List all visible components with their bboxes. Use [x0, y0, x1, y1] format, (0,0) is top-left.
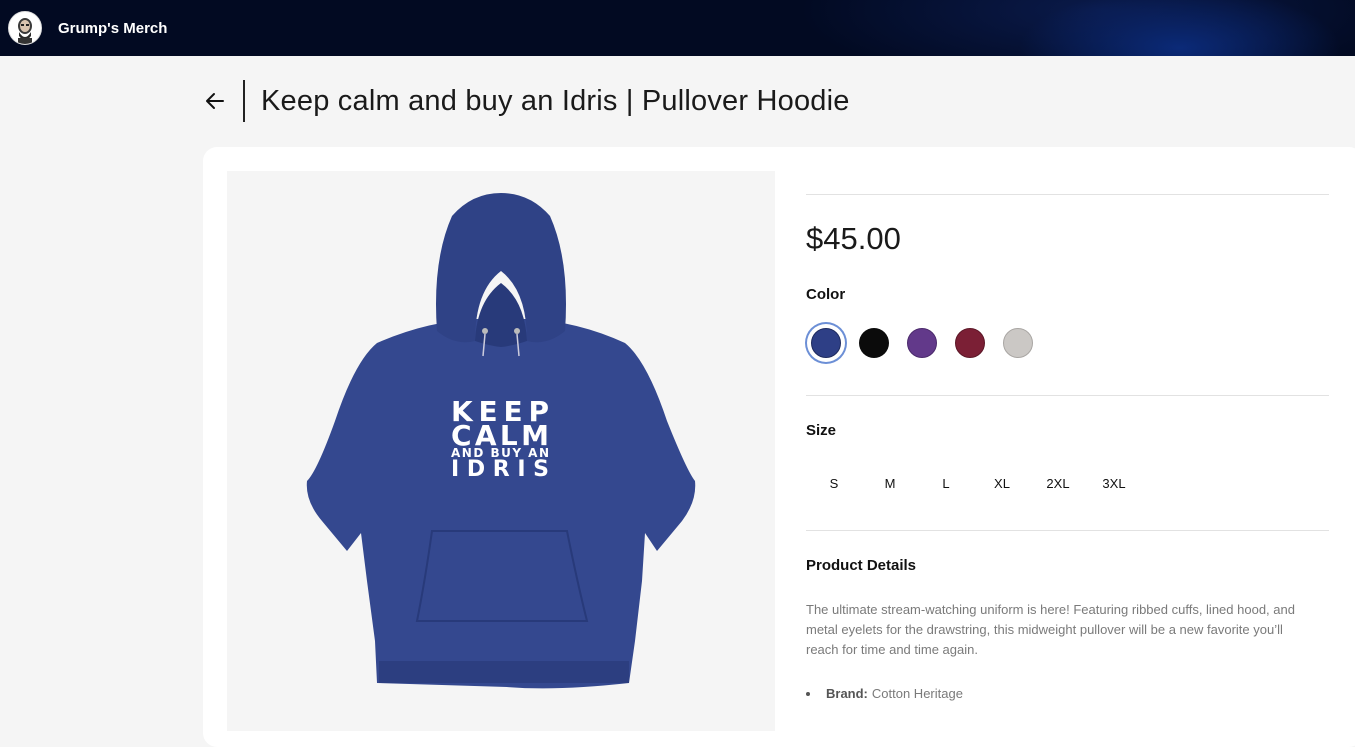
size-options: S M L XL 2XL 3XL: [806, 472, 1142, 495]
color-swatch-black[interactable]: [854, 323, 894, 363]
back-arrow-icon[interactable]: [203, 89, 227, 113]
color-swatch-maroon[interactable]: [950, 323, 990, 363]
divider: [806, 530, 1329, 531]
product-price: $45.00: [806, 221, 901, 256]
divider: [806, 395, 1329, 396]
brand-value: Cotton Heritage: [871, 686, 963, 701]
size-option-xl[interactable]: XL: [974, 472, 1030, 495]
product-details-heading: Product Details: [806, 557, 917, 574]
color-swatch-purple[interactable]: [902, 323, 942, 363]
size-option-3xl[interactable]: 3XL: [1086, 472, 1142, 495]
color-label: Color: [806, 286, 846, 303]
size-option-2xl[interactable]: 2XL: [1030, 472, 1086, 495]
page-heading: Keep calm and buy an Idris | Pullover Ho…: [203, 80, 850, 122]
size-option-l[interactable]: L: [918, 472, 974, 495]
product-card: KEEP CALM AND BUY AN IDRIS $45.00 Color: [203, 147, 1355, 747]
bullet-icon: [806, 691, 810, 696]
brand-label: Brand:: [826, 686, 868, 701]
page-title: Keep calm and buy an Idris | Pullover Ho…: [261, 84, 850, 117]
size-label: Size: [806, 422, 837, 439]
product-image: KEEP CALM AND BUY AN IDRIS: [227, 171, 775, 731]
color-swatch-navy[interactable]: [807, 324, 845, 362]
avatar-logo-icon[interactable]: [8, 11, 42, 45]
divider: [806, 194, 1329, 195]
hoodie-image: KEEP CALM AND BUY AN IDRIS: [306, 193, 696, 689]
brand-name[interactable]: Grump's Merch: [58, 20, 167, 37]
color-swatches: [806, 323, 1046, 363]
product-description: The ultimate stream-watching uniform is …: [806, 602, 1295, 657]
size-option-m[interactable]: M: [862, 472, 918, 495]
heading-divider: [243, 80, 245, 122]
top-nav-bar: Grump's Merch: [0, 0, 1355, 56]
brand-bullet: Brand: Cotton Heritage: [806, 686, 963, 701]
color-swatch-gray[interactable]: [998, 323, 1038, 363]
size-option-s[interactable]: S: [806, 472, 862, 495]
